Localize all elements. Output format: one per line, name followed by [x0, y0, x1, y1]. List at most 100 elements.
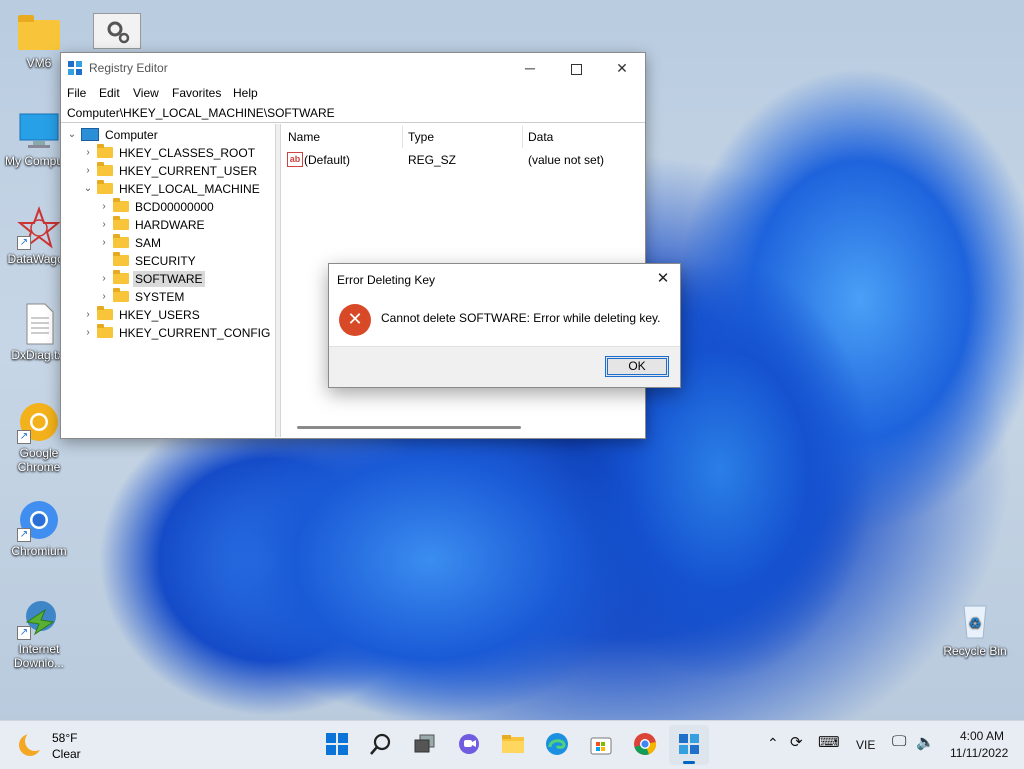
- chevron-right-icon[interactable]: ›: [83, 165, 93, 176]
- dialog-close-button[interactable]: ✕: [646, 264, 680, 294]
- menu-bar: File Edit View Favorites Help: [61, 83, 645, 103]
- clock-time[interactable]: 4:00 AM: [960, 729, 1004, 743]
- chat-button[interactable]: [456, 731, 482, 757]
- store-button[interactable]: [588, 731, 614, 757]
- chevron-right-icon[interactable]: ›: [99, 237, 109, 248]
- menu-file[interactable]: File: [67, 86, 86, 100]
- close-icon: ✕: [616, 60, 628, 76]
- active-indicator: [683, 761, 695, 764]
- sync-icon[interactable]: ⟳: [790, 733, 803, 751]
- minimize-icon: ─: [525, 60, 535, 76]
- tree-node-hkey-current-config[interactable]: › HKEY_CURRENT_CONFIG: [83, 324, 272, 343]
- folder-icon: [97, 324, 113, 339]
- store-icon: [590, 737, 612, 755]
- key-tree: ⌄ Computer › HKEY_CLASSES_ROOT › HKEY_CURRE…: [61, 124, 276, 437]
- keyboard-icon[interactable]: ⌨: [818, 733, 840, 751]
- chevron-right-icon[interactable]: ›: [83, 147, 93, 158]
- chevron-right-icon[interactable]: ›: [83, 327, 93, 338]
- tree-node-hkey-current-user[interactable]: › HKEY_CURRENT_USER: [83, 162, 259, 181]
- folder-icon: [113, 252, 129, 267]
- chevron-right-icon[interactable]: ›: [99, 219, 109, 230]
- clock-date[interactable]: 11/11/2022: [950, 746, 1008, 760]
- tree-node-software[interactable]: › SOFTWARE: [99, 270, 205, 289]
- search-button[interactable]: [368, 731, 394, 757]
- volume-icon[interactable]: 🔈: [916, 733, 935, 751]
- tree-node-computer[interactable]: ⌄ Computer: [67, 127, 160, 145]
- value-name: (Default): [304, 153, 351, 167]
- network-icon[interactable]: 🖵: [892, 733, 906, 750]
- tree-node-sam[interactable]: › SAM: [99, 234, 163, 253]
- column-header-name[interactable]: Name: [288, 130, 320, 144]
- tree-node-hkey-users[interactable]: › HKEY_USERS: [83, 306, 202, 325]
- value-data: (value not set): [528, 153, 605, 167]
- close-button[interactable]: ✕: [599, 53, 645, 83]
- chrome-button[interactable]: [632, 731, 658, 757]
- folder-icon: [113, 216, 129, 231]
- gear-icon: [107, 21, 130, 44]
- menu-favorites[interactable]: Favorites: [172, 86, 221, 100]
- weather-temp: 58°F: [52, 731, 78, 745]
- text-file-icon: [26, 303, 54, 345]
- shortcut-arrow-icon: ↗: [17, 528, 31, 542]
- monitor-icon: [19, 113, 59, 148]
- dialog-message: Cannot delete SOFTWARE: Error while dele…: [381, 311, 661, 325]
- task-view-button[interactable]: [412, 731, 438, 757]
- column-divider[interactable]: [522, 126, 523, 148]
- desktop-icon-recycle-bin[interactable]: ♻ Recycle Bin: [938, 598, 1012, 658]
- maximize-button[interactable]: [553, 53, 599, 83]
- menu-help[interactable]: Help: [233, 86, 258, 100]
- regedit-icon: [679, 734, 699, 754]
- chevron-right-icon[interactable]: ›: [99, 273, 109, 284]
- desktop-icon-label: Chromium: [11, 544, 67, 558]
- folder-open-icon: [97, 180, 113, 195]
- regedit-taskbar-button[interactable]: [669, 725, 709, 765]
- folder-icon: [97, 306, 113, 321]
- column-header-data[interactable]: Data: [528, 130, 553, 144]
- tree-node-system[interactable]: › SYSTEM: [99, 288, 186, 307]
- desktop-icon-chromium[interactable]: ↗ Chromium: [2, 498, 76, 558]
- tree-node-hkey-classes-root[interactable]: › HKEY_CLASSES_ROOT: [83, 144, 257, 163]
- weather-widget[interactable]: 58°F Clear: [16, 729, 96, 761]
- tree-node-hkey-local-machine[interactable]: ⌄ HKEY_LOCAL_MACHINE: [83, 180, 262, 199]
- chevron-right-icon[interactable]: ›: [99, 201, 109, 212]
- title-bar[interactable]: Registry Editor ─ ✕: [61, 53, 645, 83]
- settings-window-thumbnail[interactable]: [93, 13, 141, 49]
- address-bar[interactable]: Computer\HKEY_LOCAL_MACHINE\SOFTWARE: [61, 103, 645, 123]
- task-view-icon: [414, 734, 435, 753]
- chevron-right-icon[interactable]: ›: [83, 309, 93, 320]
- folder-icon: [18, 15, 60, 50]
- edge-button[interactable]: [544, 731, 570, 757]
- column-header-type[interactable]: Type: [408, 130, 434, 144]
- chevron-right-icon[interactable]: ›: [99, 291, 109, 302]
- folder-icon: [113, 288, 129, 303]
- folder-icon: [113, 234, 129, 249]
- file-explorer-button[interactable]: [500, 731, 526, 757]
- tree-node-bcd00000000[interactable]: › BCD00000000: [99, 198, 216, 217]
- language-indicator[interactable]: VIE: [856, 738, 875, 752]
- value-type: REG_SZ: [408, 153, 457, 167]
- recycle-bin-icon: ♻: [963, 605, 987, 639]
- minimize-button[interactable]: ─: [507, 53, 553, 83]
- chevron-down-icon[interactable]: ⌄: [83, 183, 93, 194]
- maximize-icon: [570, 63, 582, 75]
- desktop-icon-internet-download-manager[interactable]: ↗ Internet Downlo...: [2, 596, 76, 670]
- show-hidden-icons-chevron-up-icon[interactable]: ⌃: [767, 735, 779, 752]
- folder-icon: [502, 735, 524, 753]
- menu-edit[interactable]: Edit: [99, 86, 120, 100]
- horizontal-scrollbar[interactable]: [297, 426, 521, 429]
- folder-icon: [97, 162, 113, 177]
- chat-icon: [459, 734, 479, 754]
- desktop-icon-label: VM6: [26, 56, 52, 70]
- chevron-down-icon[interactable]: ⌄: [67, 129, 77, 140]
- ok-button[interactable]: OK: [605, 356, 669, 377]
- tree-node-hardware[interactable]: › HARDWARE: [99, 216, 207, 235]
- start-button[interactable]: [324, 731, 350, 757]
- tree-node-security[interactable]: SECURITY: [99, 252, 198, 271]
- windows-logo-icon: [326, 733, 348, 755]
- menu-view[interactable]: View: [133, 86, 159, 100]
- string-value-icon: ab: [287, 152, 303, 167]
- taskbar: 58°F Clear ⌃ ⟳ ⌨ VIE 🖵 🔈 4:00 AM 11/11/2…: [0, 720, 1024, 769]
- column-divider[interactable]: [402, 126, 403, 148]
- desktop-icon-label: Recycle Bin: [943, 644, 1007, 658]
- desktop-icon-label: Google Chrome: [17, 446, 61, 474]
